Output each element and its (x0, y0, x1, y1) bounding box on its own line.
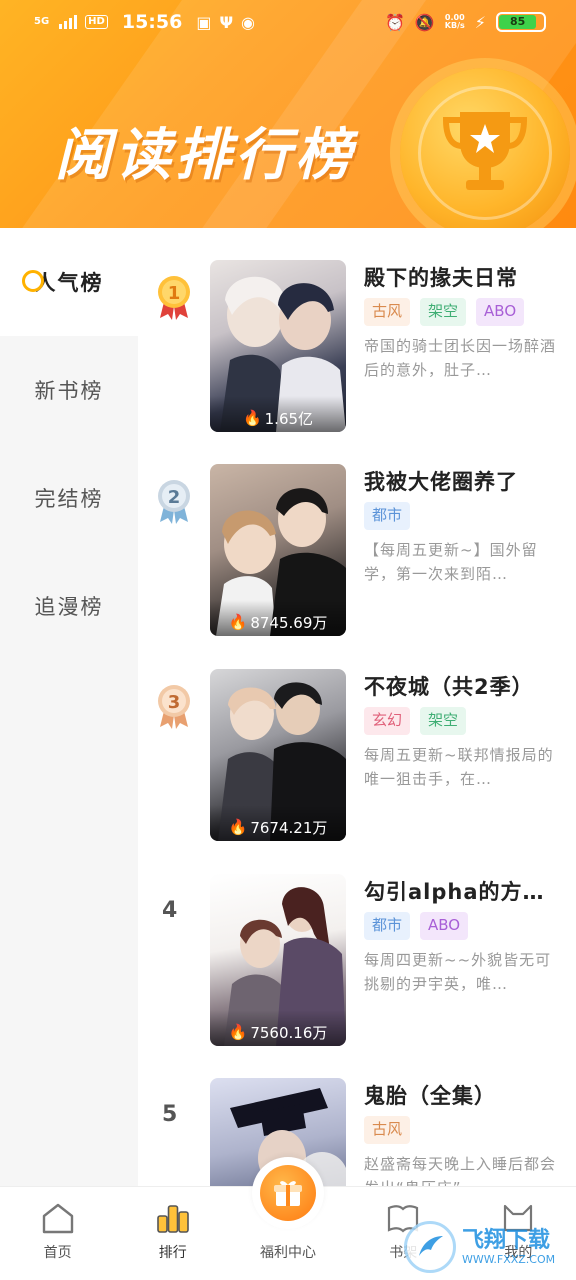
comic-title[interactable]: 鬼胎（全集） (364, 1080, 560, 1110)
fire-icon: 🔥 (228, 613, 248, 631)
site-watermark: 飞翔下载 WWW.FXXZ.COM (404, 1218, 574, 1276)
tag-group: 古风 (364, 1116, 560, 1144)
genre-tag: ABO (476, 298, 525, 326)
popularity-count: 🔥 8745.69万 (210, 600, 346, 636)
tag-group: 古风 架空 ABO (364, 298, 560, 326)
signal-icon (59, 15, 78, 29)
fire-icon: 🔥 (242, 409, 262, 427)
sidebar-item-popular[interactable]: 人气榜 (0, 228, 138, 336)
category-sidebar: 人气榜 新书榜 完结榜 追漫榜 (0, 228, 138, 1186)
tag-group: 都市 (364, 502, 560, 530)
comic-description: 【每周五更新~】国外留学，第一次来到陌… (364, 541, 538, 583)
rank-number: 5 (162, 1102, 178, 1127)
nav-home[interactable]: 首页 (0, 1187, 115, 1280)
genre-tag: ABO (420, 912, 469, 940)
watermark-logo-icon (404, 1221, 456, 1273)
nav-welfare[interactable]: 福利中心 (230, 1157, 345, 1280)
popularity-count: 🔥 1.65亿 (210, 396, 346, 432)
charging-icon: ⚡ (474, 12, 486, 32)
genre-tag: 都市 (364, 912, 411, 940)
hd-badge: HD (85, 15, 108, 29)
popularity-count: 🔥 7560.16万 (210, 1010, 346, 1046)
status-bar: 5G HD 15:56 ▣ Ψ ◉ ⏰ 🔕 0.00 KB/s ⚡ 85 (0, 0, 576, 44)
comic-cover[interactable]: 🔥 8745.69万 (210, 464, 346, 636)
sidebar-item-new[interactable]: 新书榜 (0, 336, 138, 444)
nav-rank[interactable]: 排行 (115, 1187, 230, 1280)
svg-text:1: 1 (168, 283, 181, 304)
app-notification-icon: ▣ (196, 12, 212, 32)
rank-number: 4 (162, 898, 178, 923)
svg-text:3: 3 (168, 692, 181, 713)
trophy-icon (442, 112, 528, 190)
comic-cover[interactable]: 🔥 7674.21万 (210, 669, 346, 841)
status-time: 15:56 (121, 11, 183, 33)
trophy-coin-icon (400, 68, 570, 228)
comic-description: 帝国的骑士团长因一场醉酒后的意外，肚子… (364, 337, 557, 379)
header-banner: 5G HD 15:56 ▣ Ψ ◉ ⏰ 🔕 0.00 KB/s ⚡ 85 阅读排… (0, 0, 576, 228)
comic-title[interactable]: 我被大佬圈养了 (364, 466, 560, 496)
sidebar-item-label: 人气榜 (34, 271, 104, 295)
comic-cover[interactable]: 🔥 1.65亿 (210, 260, 346, 432)
gold-medal-icon: 1 (158, 276, 190, 320)
banner-title: 阅读排行榜 (55, 123, 355, 188)
watermark-text: 飞翔下载 (462, 1227, 551, 1253)
silver-medal-icon: 2 (158, 480, 190, 524)
comic-description: 每周五更新~联邦情报局的唯一狙击手，在… (364, 746, 554, 788)
genre-tag: 古风 (364, 1116, 411, 1144)
gift-icon (260, 1165, 316, 1221)
svg-text:2: 2 (168, 487, 181, 508)
sidebar-item-following[interactable]: 追漫榜 (0, 552, 138, 660)
popularity-count: 🔥 7674.21万 (210, 805, 346, 841)
list-item[interactable]: 1 🔥 1.65亿 殿下的掾夫日常 古风 架空 ABO 帝国的骑士团长因一场醉酒… (138, 260, 576, 450)
battery-icon: 85 (496, 12, 546, 32)
list-item[interactable]: 5 鬼胎（全集） 古风 赵盛斋每天晚上入睡后都会发出“鬼压床” (138, 1078, 576, 1186)
mute-icon: 🔕 (414, 12, 435, 32)
genre-tag: 玄幻 (364, 707, 411, 735)
list-item[interactable]: 2 🔥 8745.69万 我被大佬圈养了 都市 【每周五更新~】国外留学，第一次… (138, 464, 576, 654)
genre-tag: 架空 (420, 298, 467, 326)
ranking-list: 1 🔥 1.65亿 殿下的掾夫日常 古风 架空 ABO 帝国的骑士团长因一场醉酒… (138, 228, 576, 1186)
tag-group: 都市 ABO (364, 912, 560, 940)
genre-tag: 都市 (364, 502, 411, 530)
nav-label: 福利中心 (260, 1245, 316, 1261)
sidebar-item-label: 完结榜 (34, 487, 104, 511)
tag-group: 玄幻 架空 (364, 707, 560, 735)
network-type: 5G (34, 16, 50, 27)
comic-title[interactable]: 勾引alpha的方… (364, 876, 560, 906)
comic-description: 每周四更新~~外貌皆无可挑剔的尹宇英，唯… (364, 951, 552, 993)
rank-icon (156, 1198, 190, 1238)
comic-description: 赵盛斋每天晚上入睡后都会发出“鬼压床” (364, 1155, 557, 1186)
comic-title[interactable]: 不夜城（共2季） (364, 671, 560, 701)
list-item[interactable]: 4 🔥 7560.16万 勾引alpha的方… 都市 ABO 每周四更新~~外貌… (138, 874, 576, 1064)
fire-icon: 🔥 (228, 818, 248, 836)
watermark-subtext: WWW.FXXZ.COM (462, 1252, 556, 1266)
sidebar-item-label: 追漫榜 (34, 595, 104, 619)
bronze-medal-icon: 3 (158, 685, 190, 729)
usb-icon: Ψ (219, 12, 234, 32)
fire-icon: 🔥 (228, 1023, 248, 1041)
sidebar-item-completed[interactable]: 完结榜 (0, 444, 138, 552)
comic-title[interactable]: 殿下的掾夫日常 (364, 262, 560, 292)
home-icon (41, 1198, 75, 1238)
nav-label: 排行 (158, 1245, 187, 1261)
list-item[interactable]: 3 🔥 7674.21万 不夜城（共2季） 玄幻 架空 每周五更新~联邦情报局的… (138, 669, 576, 859)
nav-label: 首页 (43, 1245, 72, 1261)
alarm-icon: ⏰ (384, 12, 405, 32)
net-speed: 0.00 KB/s (444, 13, 465, 30)
genre-tag: 架空 (420, 707, 467, 735)
genre-tag: 古风 (364, 298, 411, 326)
sidebar-item-label: 新书榜 (34, 379, 104, 403)
comic-cover[interactable]: 🔥 7560.16万 (210, 874, 346, 1046)
battery-level: 85 (499, 15, 537, 29)
active-indicator-icon (22, 270, 44, 292)
wechat-icon: ◉ (241, 12, 256, 32)
